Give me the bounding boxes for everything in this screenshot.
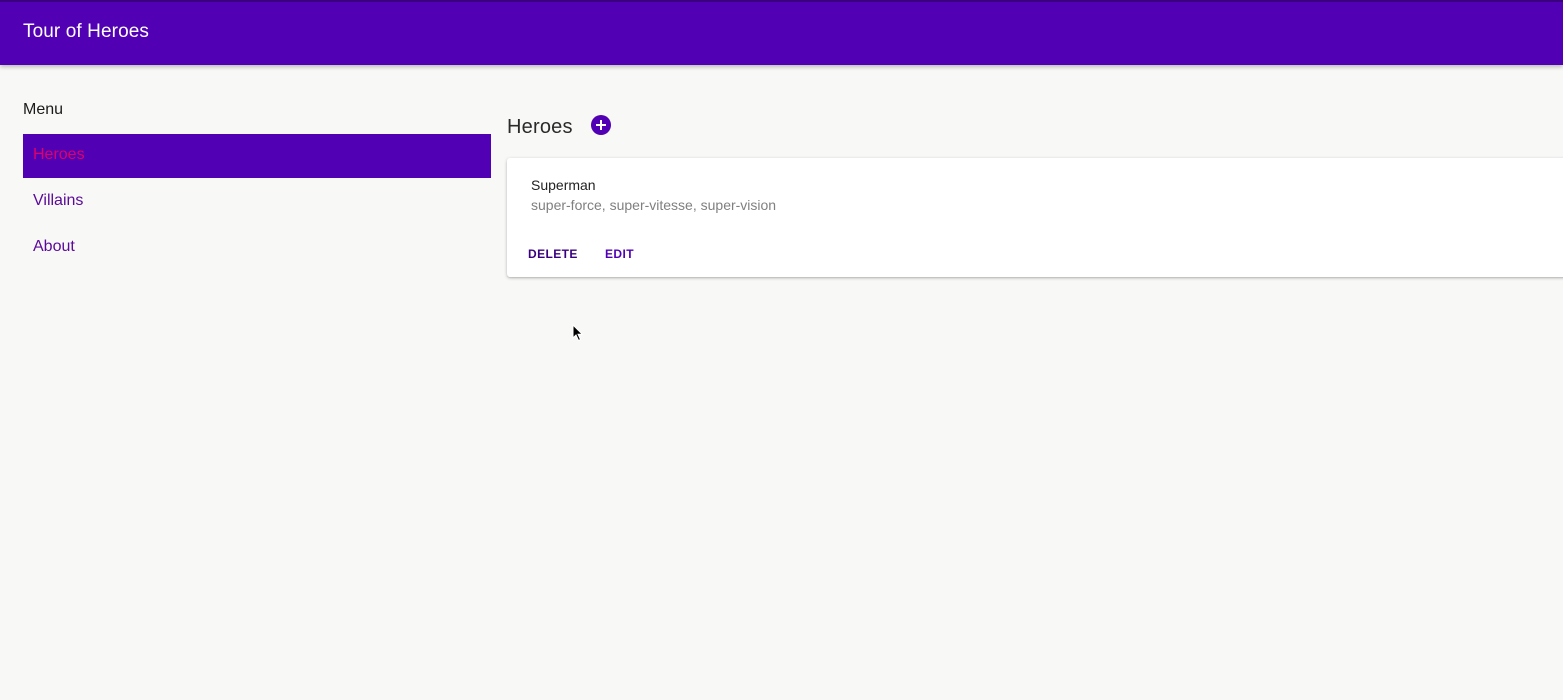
- sidebar-menu: Menu Heroes Villains About: [23, 96, 491, 272]
- edit-button[interactable]: EDIT: [605, 247, 634, 261]
- main-content: Heroes Superman super-force, super-vites…: [507, 110, 1563, 277]
- app-title: Tour of Heroes: [23, 21, 150, 42]
- page-title: Heroes: [507, 115, 573, 138]
- hero-card: Superman super-force, super-vitesse, sup…: [507, 158, 1563, 277]
- menu-heading: Menu: [23, 101, 64, 118]
- sidebar-item-villains[interactable]: Villains: [23, 180, 491, 224]
- hero-powers: super-force, super-vitesse, super-vision: [531, 197, 777, 213]
- app-toolbar: Tour of Heroes: [0, 0, 1563, 65]
- hero-name: Superman: [531, 177, 596, 193]
- plus-circle-icon: [595, 120, 606, 130]
- page-heading-row: Heroes: [507, 110, 1563, 144]
- add-hero-button[interactable]: [590, 115, 611, 135]
- sidebar-item-heroes[interactable]: Heroes: [23, 134, 491, 178]
- sidebar-item-about[interactable]: About: [23, 226, 491, 270]
- delete-button[interactable]: DELETE: [528, 247, 578, 261]
- mouse-cursor-icon: [572, 324, 584, 342]
